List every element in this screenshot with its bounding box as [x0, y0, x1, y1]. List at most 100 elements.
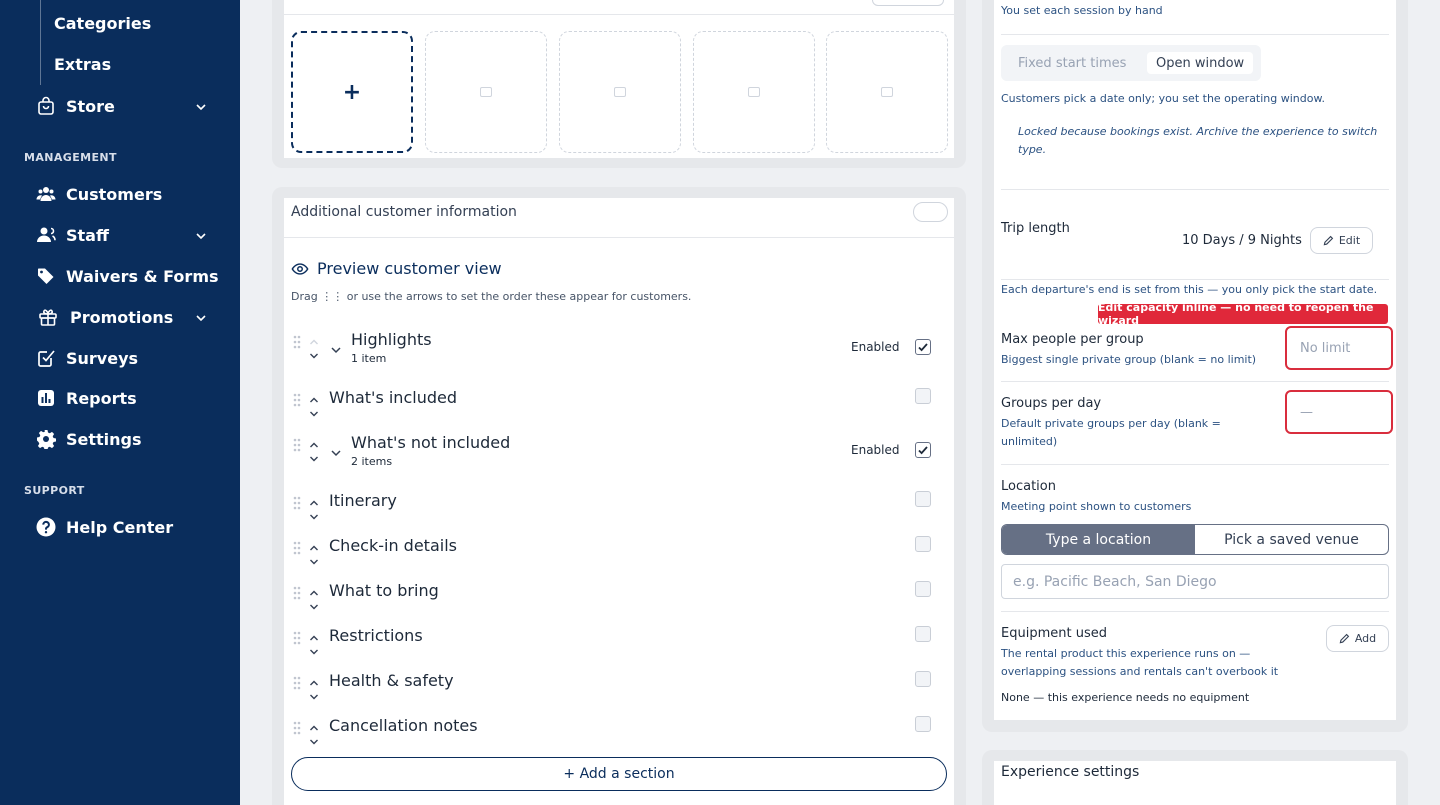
section-title: Cancellation notes: [329, 716, 478, 735]
add-photo-button[interactable]: +: [291, 31, 413, 153]
sidebar-item-label: Store: [66, 96, 115, 116]
equipment-none-text: None — this experience needs no equipmen…: [1001, 691, 1250, 704]
chevron-down-icon[interactable]: [194, 228, 208, 242]
fixed-start-times-option[interactable]: Fixed start times: [1009, 52, 1135, 74]
additional-info-toggle[interactable]: [913, 202, 948, 222]
max-people-input[interactable]: No limit: [1285, 326, 1393, 370]
photos-panel-control[interactable]: [872, 0, 944, 6]
divider: [1001, 611, 1389, 612]
drag-handle-icon[interactable]: [292, 675, 302, 691]
divider: [284, 237, 954, 238]
sidebar-item-reports[interactable]: Reports: [36, 386, 137, 410]
sidebar-item-waivers[interactable]: Waivers & Forms: [36, 264, 219, 288]
groups-per-day-input[interactable]: —: [1285, 390, 1393, 434]
reports-chart-icon: [36, 388, 56, 408]
type-location-option[interactable]: Type a location: [1002, 525, 1195, 554]
tag-icon: [36, 266, 56, 286]
help-icon: [36, 517, 56, 537]
section-enabled-checkbox[interactable]: [915, 536, 931, 552]
reorder-arrows-icon[interactable]: [308, 336, 320, 364]
drag-handle-icon[interactable]: [292, 630, 302, 646]
reorder-arrows-icon[interactable]: [308, 542, 320, 570]
sidebar-item-staff[interactable]: Staff: [36, 223, 109, 247]
sidebar-item-help-center[interactable]: Help Center: [36, 515, 173, 539]
sidebar-item-label: Waivers & Forms: [66, 266, 219, 286]
section-enabled-checkbox[interactable]: [915, 339, 931, 355]
photo-slot[interactable]: [559, 31, 681, 153]
section-enabled-checkbox[interactable]: [915, 581, 931, 597]
sidebar-item-settings[interactable]: Settings: [36, 427, 142, 451]
photo-slot[interactable]: [693, 31, 815, 153]
image-placeholder-icon: [881, 87, 893, 97]
equipment-description: The rental product this experience runs …: [1001, 647, 1279, 678]
reorder-arrows-icon[interactable]: [308, 587, 320, 615]
chevron-down-icon[interactable]: [194, 310, 208, 324]
preview-link-label: Preview customer view: [317, 259, 502, 278]
section-enabled-checkbox[interactable]: [915, 442, 931, 458]
gear-icon: [36, 429, 56, 449]
trip-length-value: 10 Days / 9 Nights: [1182, 233, 1302, 248]
section-enabled-checkbox[interactable]: [915, 626, 931, 642]
image-placeholder-icon: [614, 87, 626, 97]
enabled-label: Enabled: [851, 443, 900, 457]
pencil-icon: [1323, 235, 1334, 246]
sidebar-item-label: Reports: [66, 388, 137, 408]
divider: [284, 14, 954, 15]
sidebar-item-label: Customers: [66, 184, 163, 204]
location-label: Location: [1001, 479, 1056, 494]
reorder-arrows-icon[interactable]: [308, 632, 320, 660]
photo-slot[interactable]: [425, 31, 547, 153]
reorder-arrows-icon[interactable]: [308, 439, 320, 467]
location-input[interactable]: e.g. Pacific Beach, San Diego: [1001, 564, 1389, 599]
max-people-description: Biggest single private group (blank = no…: [1001, 353, 1257, 366]
groups-per-day-label: Groups per day: [1001, 396, 1102, 411]
section-item-count: 1 item: [351, 352, 387, 365]
drag-handle-icon[interactable]: [292, 720, 302, 736]
add-equipment-button[interactable]: Add: [1326, 625, 1389, 652]
drag-handle-icon[interactable]: [292, 585, 302, 601]
section-enabled-checkbox[interactable]: [915, 716, 931, 732]
drag-handle-icon[interactable]: [292, 495, 302, 511]
sidebar-item-customers[interactable]: Customers: [36, 182, 162, 206]
add-section-button[interactable]: + Add a section: [291, 757, 947, 791]
divider: [1001, 381, 1389, 382]
pick-saved-venue-option[interactable]: Pick a saved venue: [1195, 525, 1388, 554]
edit-trip-length-button[interactable]: Edit: [1310, 227, 1373, 254]
section-label-management: MANAGEMENT: [24, 151, 117, 164]
drag-handle-icon[interactable]: [292, 334, 302, 350]
reorder-arrows-icon[interactable]: [308, 394, 320, 422]
open-window-option[interactable]: Open window: [1147, 52, 1254, 74]
reorder-arrows-icon[interactable]: [308, 497, 320, 525]
section-label-support: SUPPORT: [24, 484, 85, 497]
preview-customer-view-link[interactable]: Preview customer view: [291, 259, 502, 278]
section-title: What's included: [329, 388, 457, 407]
section-enabled-checkbox[interactable]: [915, 388, 931, 404]
section-enabled-checkbox[interactable]: [915, 671, 931, 687]
eye-icon: [291, 262, 309, 275]
edit-label: Edit: [1338, 234, 1361, 247]
chevron-down-icon[interactable]: [194, 99, 208, 113]
add-photo-symbol: +: [342, 79, 362, 105]
sidebar-item-label: Settings: [66, 429, 142, 449]
reorder-arrows-icon[interactable]: [308, 677, 320, 705]
expand-chevron-icon[interactable]: [330, 444, 342, 457]
trip-length-description: Each departure's end is set from this — …: [1001, 283, 1378, 296]
sidebar-item-surveys[interactable]: Surveys: [36, 346, 138, 370]
drag-handle-icon[interactable]: [292, 392, 302, 408]
reorder-arrows-icon[interactable]: [308, 722, 320, 750]
sidebar-item-categories[interactable]: Categories: [54, 14, 151, 33]
location-mode-toggle: Type a location Pick a saved venue: [1001, 524, 1389, 555]
drag-handle-icon[interactable]: [292, 437, 302, 453]
survey-check-icon: [36, 348, 56, 368]
sidebar-item-promotions[interactable]: Promotions: [36, 305, 173, 329]
sidebar-item-extras[interactable]: Extras: [54, 55, 111, 74]
add-label: Add: [1354, 632, 1377, 645]
drag-handle-icon[interactable]: [292, 540, 302, 556]
sidebar-item-store[interactable]: Store: [36, 94, 115, 118]
sidebar: Categories Extras Store MANAGEMENT Custo…: [0, 0, 240, 805]
photo-slot[interactable]: [826, 31, 948, 153]
section-enabled-checkbox[interactable]: [915, 491, 931, 507]
additional-customer-info-label: Additional customer information: [291, 204, 517, 220]
expand-chevron-icon[interactable]: [330, 341, 342, 354]
users-icon: [36, 184, 56, 204]
